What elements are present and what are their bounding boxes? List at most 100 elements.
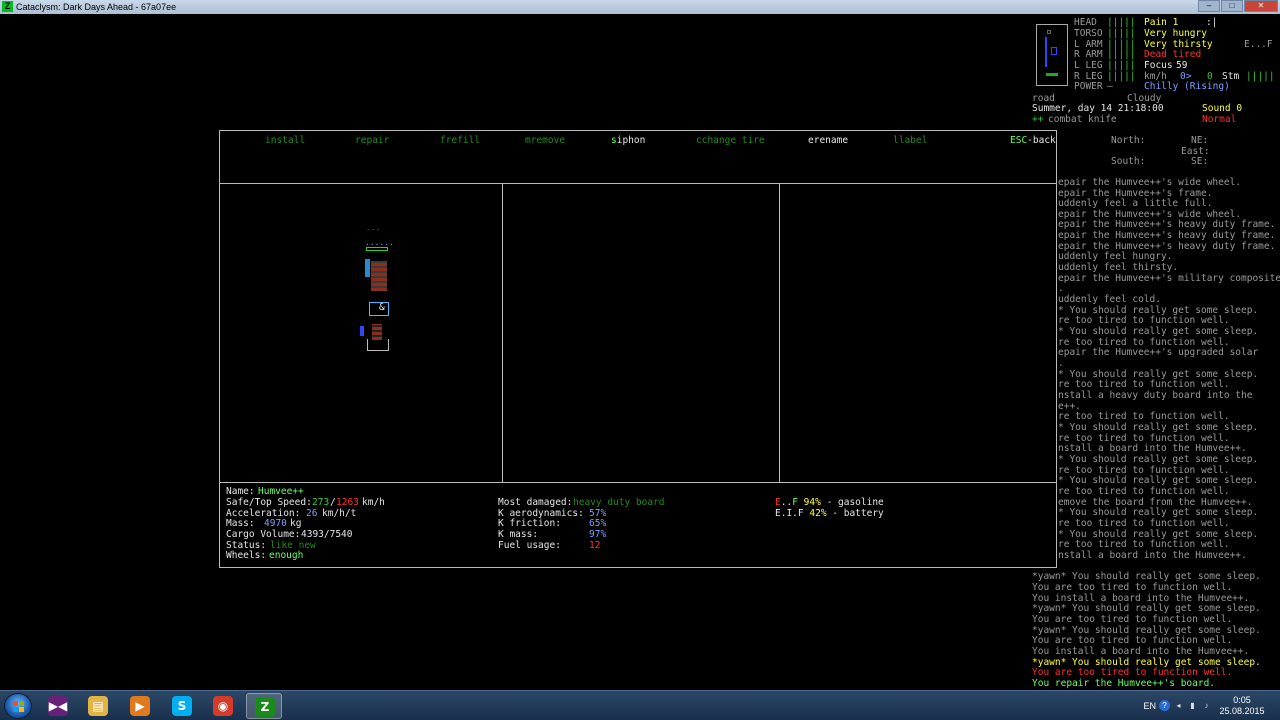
message-line: . (1058, 283, 1064, 294)
fuel-mark: E...F (1244, 39, 1273, 50)
close-button[interactable]: ✕ (1244, 0, 1278, 12)
media-player-icon: ▶ (130, 696, 150, 716)
taskbar-app-cataclysm[interactable]: Z (246, 693, 282, 719)
bodypart-bar: ||||| (1107, 49, 1136, 60)
clock-date: 25.08.2015 (1219, 706, 1265, 716)
message-line: epair the Humvee++'s heavy duty frame. (1058, 230, 1276, 241)
minimize-button[interactable]: – (1198, 0, 1220, 12)
message-line: uddenly feel thirsty. (1058, 262, 1179, 273)
message-line: . (1058, 358, 1064, 369)
divider (220, 183, 1056, 184)
bodypart-label: POWER (1074, 81, 1103, 92)
maximize-button[interactable]: □ (1221, 0, 1243, 12)
folder-icon: ▤ (88, 696, 108, 716)
menu-item-repair[interactable]: repair (355, 135, 389, 146)
vehicle-board (372, 324, 382, 340)
speed-unit: km/h (362, 497, 385, 508)
message-line: re too tired to function well. (1058, 486, 1230, 497)
message-line: *yawn* You should really get some sleep. (1032, 603, 1261, 614)
menu-item-siphon[interactable]: siphon (611, 135, 645, 146)
hunger-status: Very hungry (1144, 28, 1207, 39)
stamina-bar: ||||| (1246, 71, 1275, 82)
vehicle-engine (360, 326, 364, 336)
focus-value: 59 (1176, 60, 1188, 71)
tank-battery: E.I.F 42% - battery (775, 508, 884, 519)
message-line: epair the Humvee++'s military composite (1058, 273, 1280, 284)
divider (220, 482, 1056, 483)
network-icon[interactable]: ▮ (1187, 700, 1198, 711)
window-title: Cataclysm: Dark Days Ahead - 67a07ee (16, 2, 177, 12)
divider (502, 184, 503, 482)
windows-logo-icon (13, 701, 24, 712)
wheels-label: Wheels: (226, 550, 267, 561)
compass-south: South: (1111, 156, 1146, 167)
taskbar: ▶◀ ▤ ▶ S ◉ Z EN ? ◂ ▮ ♪ 0:05 25.08.2015 (0, 690, 1280, 720)
compass-ne: NE: (1191, 135, 1209, 146)
movement-mode: Normal (1202, 114, 1237, 125)
bodypart-bar: ||||| (1107, 17, 1136, 28)
esc-back-button[interactable]: ESC-back (1010, 135, 1056, 146)
bodypart-bar: ||||| (1107, 28, 1136, 39)
message-line: epair the Humvee++'s heavy duty frame. (1058, 219, 1276, 230)
message-line: epair the Humvee++'s upgraded solar (1058, 347, 1259, 358)
bodypart-label: R ARM (1074, 49, 1103, 60)
weapon-name: combat knife (1048, 114, 1117, 125)
fuel-label: Fuel usage: (498, 540, 561, 551)
message-line: You are too tired to function well. (1032, 614, 1233, 625)
minimap-terrain (1046, 73, 1058, 76)
minimap-marker (1047, 30, 1051, 34)
message-line: nstall a board into the Humvee++. (1058, 443, 1247, 454)
menu-item-remove[interactable]: mremove (525, 135, 565, 146)
vehicle-front: --- (366, 225, 381, 234)
sound-level: Sound 0 (1202, 103, 1243, 114)
most-damaged-part: heavy duty board (573, 497, 665, 508)
compass-se: SE: (1191, 156, 1209, 167)
focus-label: Focus (1144, 60, 1173, 71)
message-line: re too tired to function well. (1058, 411, 1230, 422)
language-indicator[interactable]: EN (1143, 701, 1156, 711)
menu-item-refill[interactable]: frefill (440, 135, 480, 146)
menu-item-install[interactable]: install (265, 135, 305, 146)
date-time: Summer, day 14 21:18:00 (1032, 103, 1164, 114)
message-line: re too tired to function well. (1058, 315, 1230, 326)
weapon-prefix: ++ (1032, 114, 1044, 125)
vehicle-rear (367, 339, 389, 351)
message-line: * You should really get some sleep. (1058, 454, 1259, 465)
start-button[interactable] (4, 693, 32, 719)
clock[interactable]: 0:05 25.08.2015 (1214, 695, 1270, 717)
bodypart-label: HEAD (1074, 17, 1097, 28)
menu-item-label[interactable]: llabel (893, 135, 927, 146)
expand-tray-icon[interactable]: ◂ (1173, 700, 1184, 711)
message-line: uddenly feel cold. (1058, 294, 1161, 305)
clock-time: 0:05 (1233, 695, 1251, 705)
app-icon: Z (2, 1, 13, 12)
chrome-icon: ◉ (213, 696, 233, 716)
temperature-status: Chilly (Rising) (1144, 81, 1230, 92)
taskbar-app-chrome[interactable]: ◉ (205, 693, 241, 719)
message-line: You repair the Humvee++'s board. (1032, 678, 1216, 689)
message-line: re too tired to function well. (1058, 379, 1230, 390)
menu-item-change-tire[interactable]: cchange tire (696, 135, 765, 146)
message-line: You are too tired to function well. (1032, 667, 1233, 678)
taskbar-app-folder[interactable]: ▤ (80, 693, 116, 719)
message-line: uddenly feel a little full. (1058, 198, 1213, 209)
menu-item-rename[interactable]: erename (808, 135, 848, 146)
vehicle-bar: ...... (365, 238, 394, 247)
message-line: * You should really get some sleep. (1058, 422, 1259, 433)
taskbar-app-media-player[interactable]: ▶ (122, 693, 158, 719)
vehicle-map[interactable]: --- ...... & (360, 225, 400, 361)
bodypart-bar: — (1107, 81, 1113, 92)
skype-icon: S (172, 696, 192, 716)
message-line: nstall a heavy duty board into the (1058, 390, 1253, 401)
taskbar-app-skype[interactable]: S (164, 693, 200, 719)
taskbar-app-visual-studio[interactable]: ▶◀ (40, 693, 76, 719)
game-screen[interactable]: HEAD ||||| TORSO ||||| L ARM ||||| R ARM… (0, 14, 1280, 690)
message-line: You are too tired to function well. (1032, 635, 1233, 646)
acceleration: 26 (306, 508, 318, 519)
fuel-usage: 12 (589, 540, 601, 551)
bodypart-label: TORSO (1074, 28, 1103, 39)
message-line: uddenly feel hungry. (1058, 251, 1173, 262)
help-icon[interactable]: ? (1159, 700, 1170, 711)
message-line: epair the Humvee++'s wide wheel. (1058, 177, 1242, 188)
volume-icon[interactable]: ♪ (1201, 700, 1212, 711)
